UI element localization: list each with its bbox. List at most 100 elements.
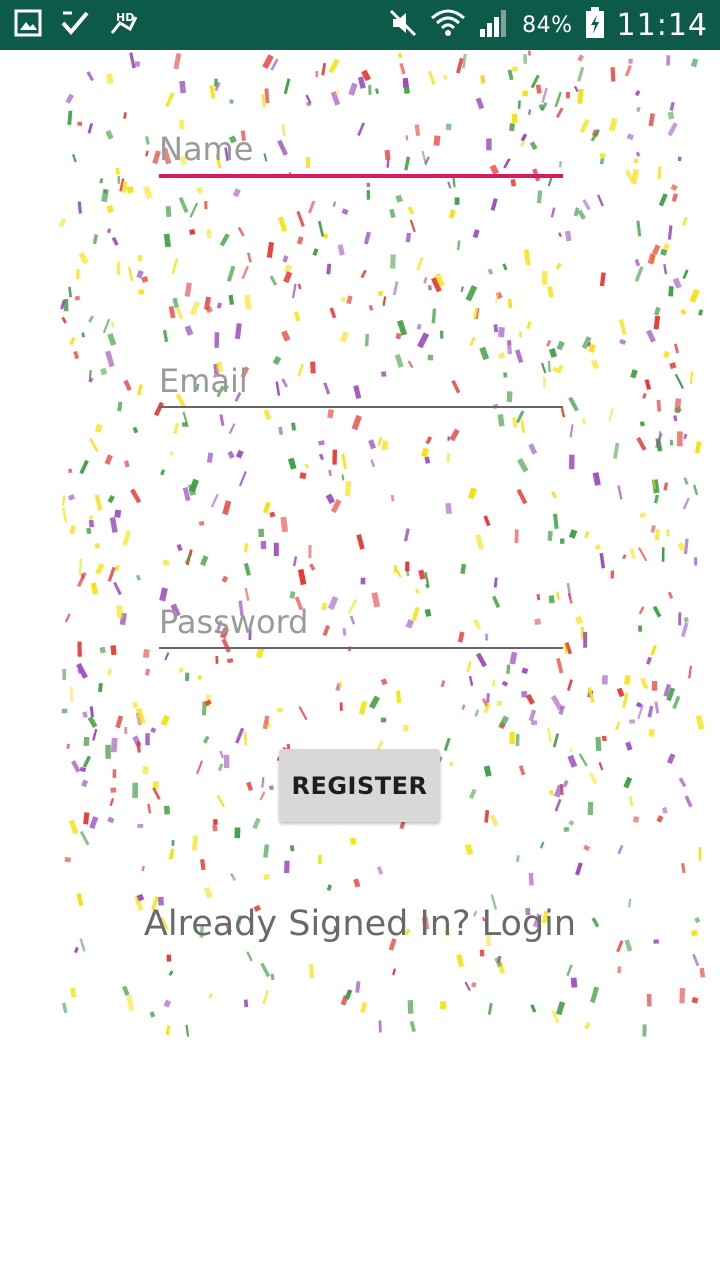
name-underline	[159, 174, 563, 178]
confetti-piece	[273, 542, 279, 557]
confetti-piece	[440, 1001, 447, 1010]
confetti-piece	[574, 615, 583, 625]
confetti-piece	[663, 264, 668, 275]
register-button[interactable]: REGISTER	[279, 749, 440, 822]
confetti-piece	[522, 90, 529, 97]
confetti-piece	[570, 977, 578, 988]
confetti-piece	[531, 720, 538, 725]
confetti-piece	[206, 452, 214, 463]
name-field[interactable]	[159, 130, 563, 178]
confetti-piece	[229, 872, 237, 881]
confetti-piece	[633, 158, 638, 163]
email-input[interactable]	[159, 362, 563, 406]
confetti-piece	[690, 58, 699, 68]
confetti-piece	[646, 329, 656, 343]
confetti-piece	[639, 512, 647, 519]
confetti-piece	[90, 582, 99, 595]
confetti-piece	[179, 119, 184, 130]
confetti-piece	[396, 690, 402, 704]
confetti-piece	[518, 765, 526, 776]
name-input[interactable]	[159, 130, 563, 174]
confetti-piece	[138, 289, 145, 295]
confetti-piece	[235, 449, 244, 459]
confetti-piece	[243, 999, 249, 1008]
confetti-piece	[652, 605, 662, 618]
confetti-piece	[464, 981, 471, 992]
confetti-piece	[109, 516, 118, 533]
confetti-piece	[356, 533, 365, 550]
confetti-piece	[393, 564, 398, 574]
confetti-piece	[447, 436, 450, 441]
confetti-piece	[328, 469, 332, 476]
confetti-piece	[568, 529, 578, 539]
email-field[interactable]	[159, 362, 563, 408]
confetti-piece	[638, 547, 648, 562]
confetti-piece	[698, 309, 704, 316]
confetti-piece	[560, 407, 566, 418]
confetti-piece	[149, 1011, 156, 1018]
confetti-piece	[204, 201, 208, 210]
confetti-piece	[105, 350, 115, 368]
confetti-piece	[122, 985, 130, 996]
confetti-piece	[651, 244, 661, 255]
confetti-piece	[79, 459, 89, 475]
confetti-piece	[346, 295, 353, 305]
confetti-piece	[535, 84, 542, 94]
confetti-piece	[427, 70, 436, 86]
confetti-piece	[682, 216, 688, 227]
confetti-piece	[144, 668, 151, 676]
confetti-piece	[634, 90, 641, 97]
confetti-piece	[427, 284, 433, 291]
confetti-piece	[375, 88, 380, 95]
confetti-piece	[583, 844, 591, 852]
confetti-piece	[630, 168, 640, 185]
confetti-piece	[427, 354, 434, 361]
confetti-piece	[317, 854, 322, 865]
confetti-piece	[642, 1024, 647, 1037]
confetti-piece	[654, 701, 660, 714]
confetti-piece	[64, 857, 71, 863]
confetti-piece	[78, 558, 83, 575]
confetti-piece	[244, 732, 248, 746]
confetti-piece	[567, 754, 578, 768]
confetti-piece	[640, 677, 649, 690]
confetti-piece	[283, 78, 291, 95]
confetti-piece	[110, 737, 118, 753]
clock: 11:14	[616, 7, 708, 43]
confetti-piece	[650, 524, 656, 534]
confetti-piece	[132, 701, 139, 709]
confetti-piece	[219, 233, 230, 247]
confetti-piece	[304, 463, 309, 469]
confetti-piece	[380, 717, 387, 723]
confetti-piece	[137, 384, 143, 396]
confetti-piece	[83, 736, 90, 747]
confetti-piece	[247, 252, 252, 263]
confetti-piece	[77, 121, 83, 126]
confetti-piece	[549, 348, 558, 358]
password-field[interactable]	[159, 603, 563, 649]
confetti-piece	[653, 315, 661, 330]
confetti-piece	[143, 185, 153, 200]
confetti-piece	[259, 791, 266, 801]
confetti-piece	[679, 987, 686, 1004]
login-link[interactable]: Already Signed In? Login	[0, 904, 720, 944]
system-icons: 84% 11:14	[388, 6, 708, 44]
confetti-piece	[262, 990, 269, 1005]
confetti-piece	[330, 91, 341, 106]
confetti-piece	[526, 321, 532, 330]
confetti-piece	[653, 306, 661, 316]
confetti-piece	[646, 993, 652, 1007]
confetti-piece	[523, 54, 527, 64]
confetti-piece	[110, 645, 117, 656]
confetti-piece	[141, 865, 145, 872]
confetti-piece	[666, 55, 671, 66]
confetti-piece	[507, 298, 513, 309]
confetti-piece	[681, 622, 689, 638]
confetti-piece	[475, 534, 485, 551]
confetti-piece	[141, 276, 149, 283]
confetti-piece	[583, 632, 588, 648]
confetti-piece	[81, 779, 89, 788]
confetti-piece	[217, 763, 224, 772]
confetti-piece	[244, 587, 250, 602]
password-input[interactable]	[159, 603, 563, 647]
